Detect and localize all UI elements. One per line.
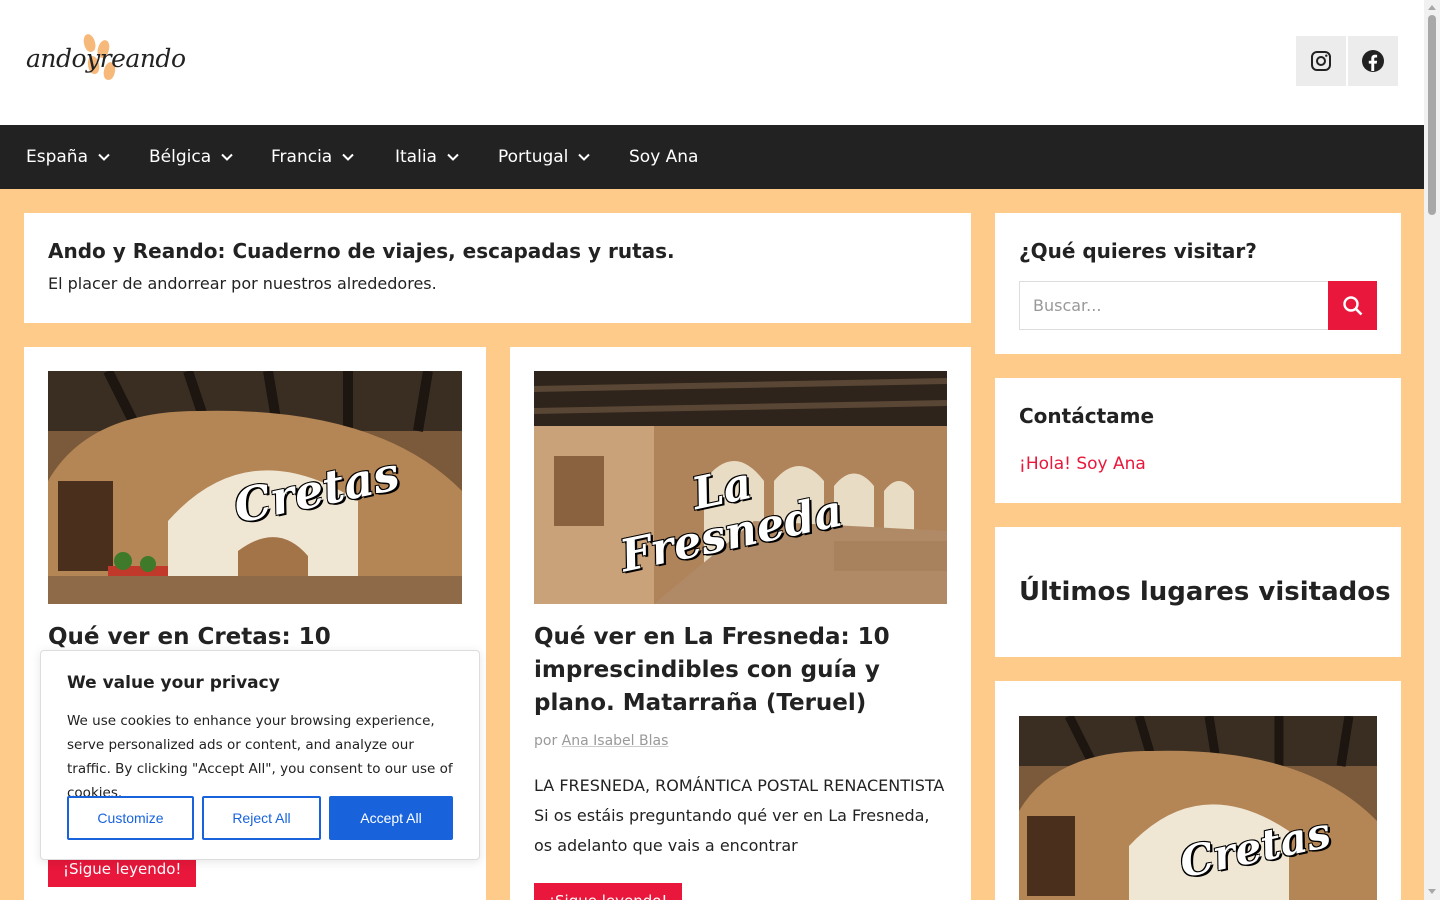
instagram-icon <box>1311 51 1331 71</box>
facebook-link[interactable] <box>1348 36 1398 86</box>
site-description: El placer de andorrear por nuestros alre… <box>48 274 437 293</box>
recent-widget: Últimos lugares visitados <box>995 527 1401 657</box>
cookie-consent-banner: We value your privacy We use cookies to … <box>40 650 480 860</box>
scrollbar-thumb[interactable] <box>1428 15 1436 215</box>
nav-item-italia[interactable]: Italia <box>395 125 460 189</box>
instagram-link[interactable] <box>1296 36 1346 86</box>
nav-item-espana[interactable]: España <box>26 125 111 189</box>
nav-item-label: Portugal <box>498 147 569 167</box>
chevron-down-icon <box>98 153 110 161</box>
post-byline: por Ana Isabel Blas <box>534 733 668 749</box>
nav-item-label: Bélgica <box>149 147 212 167</box>
search-button[interactable] <box>1328 281 1377 330</box>
site-logo[interactable]: andoyreando <box>26 32 186 84</box>
contact-widget: Contáctame ¡Hola! Soy Ana <box>995 378 1401 503</box>
customize-button[interactable]: Customize <box>67 796 194 840</box>
widget-title: Contáctame <box>1019 404 1155 428</box>
nav-item-label: España <box>26 147 88 167</box>
site-header: andoyreando <box>0 0 1424 125</box>
scroll-down-arrow[interactable] <box>1428 889 1436 894</box>
logo-text: andoyreando <box>26 44 186 73</box>
cookie-description: We use cookies to enhance your browsing … <box>67 713 453 801</box>
chevron-down-icon <box>342 153 354 161</box>
chevron-down-icon <box>447 153 459 161</box>
search-widget: ¿Qué quieres visitar? Buscar... <box>995 213 1401 354</box>
byline-prefix: por <box>534 733 558 749</box>
search-placeholder: Buscar... <box>1033 296 1102 315</box>
widget-heading: Últimos lugares visitados <box>1019 577 1391 607</box>
post-thumbnail[interactable]: La Fresneda <box>534 371 947 604</box>
page-title: Ando y Reando: Cuaderno de viajes, escap… <box>48 239 675 263</box>
page-scrollbar[interactable] <box>1424 0 1440 900</box>
nav-item-belgica[interactable]: Bélgica <box>149 125 234 189</box>
recent-post-thumbnail[interactable]: Cretas <box>1019 716 1377 900</box>
recent-post-widget: Cretas <box>995 681 1401 900</box>
search-input[interactable]: Buscar... <box>1019 281 1328 330</box>
nav-item-francia[interactable]: Francia <box>271 125 355 189</box>
nav-item-soy-ana[interactable]: Soy Ana <box>629 125 698 189</box>
contact-link[interactable]: ¡Hola! Soy Ana <box>1019 454 1146 474</box>
chevron-down-icon <box>221 153 233 161</box>
read-more-button[interactable]: ¡Sigue leyendo! <box>534 883 683 900</box>
post-excerpt: LA FRESNEDA, ROMÁNTICA POSTAL RENACENTIS… <box>534 776 945 855</box>
post-title[interactable]: Qué ver en La Fresneda: 10 imprescindibl… <box>534 621 954 720</box>
widget-title: ¿Qué quieres visitar? <box>1019 239 1257 263</box>
author-link[interactable]: Ana Isabel Blas <box>562 733 669 749</box>
site-intro: Ando y Reando: Cuaderno de viajes, escap… <box>24 213 971 323</box>
main-navigation: España Bélgica Francia Italia Portugal S… <box>0 125 1424 189</box>
nav-item-portugal[interactable]: Portugal <box>498 125 591 189</box>
nav-item-label: Soy Ana <box>629 147 699 167</box>
scroll-up-arrow[interactable] <box>1428 5 1436 10</box>
cookie-title: We value your privacy <box>67 673 280 693</box>
nav-item-label: Francia <box>271 147 333 167</box>
reject-all-button[interactable]: Reject All <box>202 796 321 840</box>
accept-all-button[interactable]: Accept All <box>329 796 453 840</box>
search-icon <box>1342 295 1362 315</box>
post-card: La Fresneda Qué ver en La Fresneda: 10 i… <box>510 347 971 900</box>
post-thumbnail[interactable]: Cretas <box>48 371 462 604</box>
chevron-down-icon <box>578 153 591 161</box>
facebook-icon <box>1362 50 1384 72</box>
nav-item-label: Italia <box>395 147 437 167</box>
